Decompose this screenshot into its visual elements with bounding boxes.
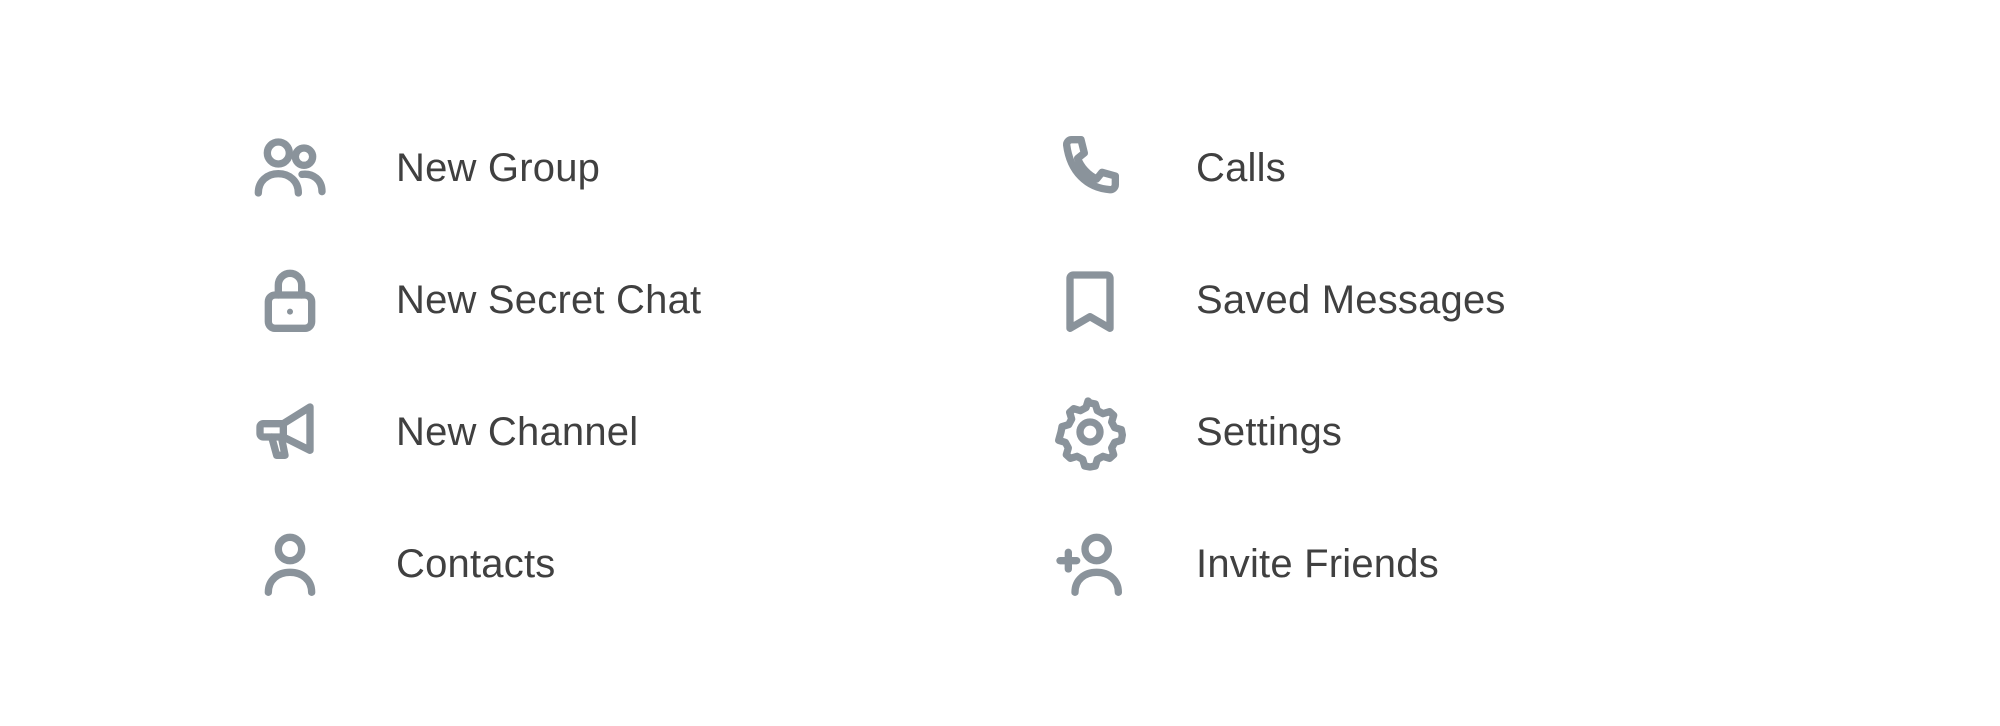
menu-column-left: New Group New Secret Chat New Channel Co… <box>230 102 990 630</box>
gear-icon <box>1030 392 1150 472</box>
menu-item-label: Saved Messages <box>1196 277 1506 322</box>
menu-item-saved-messages[interactable]: Saved Messages <box>1030 234 1790 366</box>
main-menu: New Group New Secret Chat New Channel Co… <box>0 0 2000 726</box>
user-icon <box>230 524 350 604</box>
menu-item-settings[interactable]: Settings <box>1030 366 1790 498</box>
menu-item-invite-friends[interactable]: Invite Friends <box>1030 498 1790 630</box>
menu-item-label: New Secret Chat <box>396 277 702 322</box>
lock-icon <box>230 260 350 340</box>
menu-item-calls[interactable]: Calls <box>1030 102 1790 234</box>
menu-item-label: Invite Friends <box>1196 541 1439 586</box>
phone-icon <box>1030 128 1150 208</box>
menu-item-label: Contacts <box>396 541 556 586</box>
megaphone-icon <box>230 392 350 472</box>
bookmark-icon <box>1030 260 1150 340</box>
menu-item-label: New Channel <box>396 409 639 454</box>
menu-item-label: Calls <box>1196 145 1286 190</box>
menu-item-new-channel[interactable]: New Channel <box>230 366 990 498</box>
menu-column-right: Calls Saved Messages Settings Invite Fri… <box>1030 102 1790 630</box>
menu-item-label: Settings <box>1196 409 1343 454</box>
menu-item-contacts[interactable]: Contacts <box>230 498 990 630</box>
add-user-icon <box>1030 524 1150 604</box>
menu-item-new-secret-chat[interactable]: New Secret Chat <box>230 234 990 366</box>
menu-item-label: New Group <box>396 145 601 190</box>
group-icon <box>230 128 350 208</box>
menu-item-new-group[interactable]: New Group <box>230 102 990 234</box>
